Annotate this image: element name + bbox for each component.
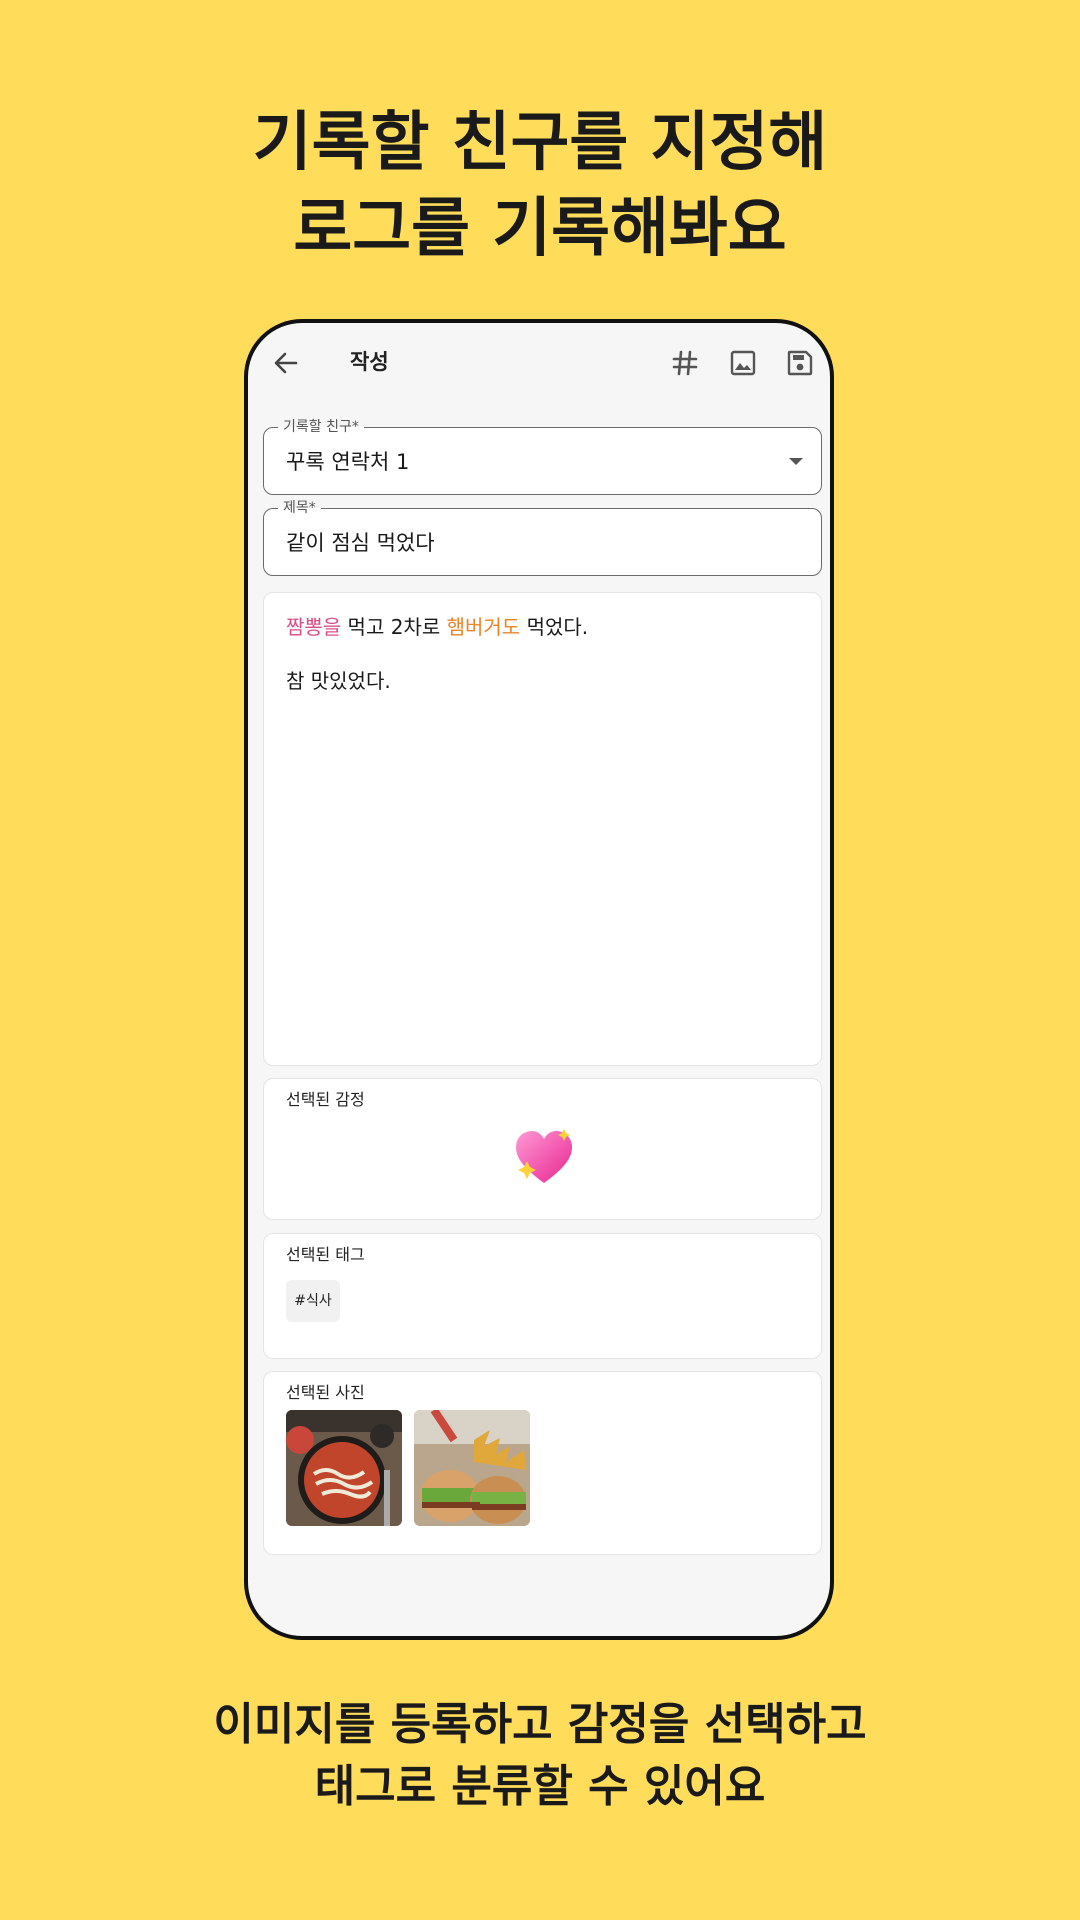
title-field[interactable]: 제목* 같이 점심 먹었다 bbox=[263, 499, 822, 576]
back-arrow-icon bbox=[274, 352, 298, 374]
save-button[interactable] bbox=[782, 345, 818, 381]
body-line-1: 짬뽕을 먹고 2차로 햄버거도 먹었다. bbox=[286, 615, 588, 639]
hamburger-photo-image bbox=[414, 1410, 530, 1526]
title-field-label: 제목* bbox=[278, 499, 321, 517]
emotion-label: 선택된 감정 bbox=[286, 1090, 365, 1109]
page-title: 작성 bbox=[350, 350, 389, 374]
hashtag-button[interactable] bbox=[667, 345, 703, 381]
keyword-hamburger: 햄버거도 bbox=[446, 615, 521, 639]
jjamppong-photo-image bbox=[286, 1410, 402, 1526]
app-bar: 작성 bbox=[248, 323, 830, 405]
save-icon bbox=[787, 350, 813, 376]
body-line-2: 참 맛있었다. bbox=[286, 669, 391, 693]
photos-card: 선택된 사진 bbox=[263, 1371, 822, 1555]
headline-top-line2: 로그를 기록해봐요 bbox=[293, 192, 787, 266]
body-text-area[interactable]: 짬뽕을 먹고 2차로 햄버거도 먹었다. 참 맛있었다. bbox=[263, 592, 822, 1066]
friend-field-value: 꾸록 연락처 1 bbox=[286, 450, 410, 474]
body-content: 짬뽕을 먹고 2차로 햄버거도 먹었다. 참 맛있었다. bbox=[286, 613, 588, 695]
friend-select-field[interactable]: 기록할 친구* 꾸록 연락처 1 bbox=[263, 418, 822, 495]
body-text-segment: 먹었다. bbox=[520, 615, 589, 639]
photos-label: 선택된 사진 bbox=[286, 1383, 365, 1402]
jjamppong-photo[interactable] bbox=[286, 1410, 402, 1526]
friend-field-label: 기록할 친구* bbox=[278, 418, 364, 436]
dropdown-arrow-icon[interactable] bbox=[789, 458, 803, 465]
headline-top: 기록할 친구를 지정해 로그를 기록해봐요 bbox=[0, 100, 1080, 272]
image-button[interactable] bbox=[725, 345, 761, 381]
headline-bottom-line1: 이미지를 등록하고 감정을 선택하고 bbox=[213, 1699, 867, 1750]
hashtag-icon bbox=[672, 350, 698, 376]
body-text-segment: 먹고 2차로 bbox=[341, 615, 447, 639]
keyword-jjamppong: 짬뽕을 bbox=[286, 615, 342, 639]
headline-bottom-line2: 태그로 분류할 수 있어요 bbox=[314, 1761, 766, 1812]
headline-top-line1: 기록할 친구를 지정해 bbox=[252, 106, 828, 180]
title-field-value: 같이 점심 먹었다 bbox=[286, 531, 435, 555]
back-button[interactable] bbox=[270, 347, 302, 379]
tag-chip[interactable]: #식사 bbox=[286, 1280, 340, 1322]
image-icon bbox=[730, 350, 756, 376]
emotion-card: 선택된 감정 bbox=[263, 1078, 822, 1220]
headline-bottom: 이미지를 등록하고 감정을 선택하고 태그로 분류할 수 있어요 bbox=[0, 1694, 1080, 1818]
hamburger-photo[interactable] bbox=[414, 1410, 530, 1526]
phone-frame: 작성 기록할 친구* 꾸록 연락처 1 제목* 같이 점심 먹었다 짬뽕을 먹고… bbox=[244, 319, 834, 1640]
tags-card: 선택된 태그 #식사 bbox=[263, 1233, 822, 1359]
tags-label: 선택된 태그 bbox=[286, 1245, 365, 1264]
sparkling-heart-icon[interactable] bbox=[512, 1127, 576, 1187]
